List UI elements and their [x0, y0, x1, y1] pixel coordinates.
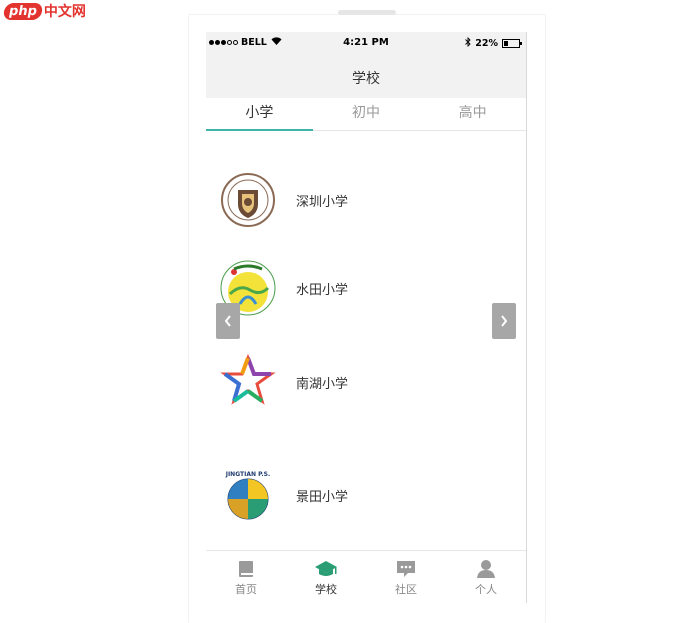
chevron-left-icon: [224, 315, 231, 327]
school-item-jingtian[interactable]: JINGTIAN P.S. 景田小学: [220, 465, 348, 525]
bottom-nav: 首页 学校 社区 个人: [206, 550, 526, 604]
battery-percent: 22%: [475, 38, 498, 49]
carousel-next-button[interactable]: [492, 303, 516, 339]
school-name: 深圳小学: [296, 194, 349, 210]
nav-label: 个人: [475, 583, 497, 596]
school-level-tabs: 小学 初中 高中: [206, 98, 526, 131]
tab-middle[interactable]: 初中: [313, 98, 420, 130]
page-title: 学校: [352, 71, 380, 87]
watermark-brand: php: [2, 2, 44, 20]
nanhu-school-logo: [220, 354, 276, 405]
school-name: 景田小学: [296, 489, 349, 505]
phone-screen: BELL 4:21 PM 22% 学校 小学 初中 高中 深圳小学 水田小学 南…: [206, 32, 527, 604]
school-item-nanhu[interactable]: 南湖小学: [220, 352, 348, 412]
watermark-text: 中文网: [43, 4, 86, 20]
nav-item-school[interactable]: 学校: [286, 551, 366, 604]
tab-high[interactable]: 高中: [419, 98, 526, 130]
nav-item-community[interactable]: 社区: [366, 551, 446, 604]
nav-label: 社区: [395, 583, 417, 596]
school-name: 水田小学: [296, 282, 349, 298]
battery-icon: [502, 39, 522, 48]
jingtian-logo-text: JINGTIAN P.S.: [225, 471, 271, 478]
school-name: 南湖小学: [296, 376, 349, 392]
phone-speaker: [338, 10, 396, 15]
nav-label: 学校: [315, 583, 337, 596]
app-header: 学校: [206, 54, 526, 98]
tab-primary[interactable]: 小学: [206, 98, 313, 131]
site-watermark-logo: php 中文网: [2, 0, 86, 22]
person-icon: [477, 560, 495, 578]
shenzhen-school-logo: [221, 173, 275, 227]
graduation-cap-icon: [315, 561, 337, 576]
book-icon: [239, 561, 253, 577]
chevron-right-icon: [501, 315, 508, 327]
nav-item-profile[interactable]: 个人: [446, 551, 526, 604]
nav-label: 首页: [235, 583, 257, 596]
jingtian-school-logo: JINGTIAN P.S.: [225, 471, 271, 520]
school-item-shenzhen[interactable]: 深圳小学: [220, 170, 348, 230]
carousel-prev-button[interactable]: [216, 303, 240, 339]
bluetooth-icon: [465, 36, 471, 50]
chat-bubble-icon: [397, 561, 415, 577]
status-bar: BELL 4:21 PM 22%: [206, 32, 526, 54]
nav-item-home[interactable]: 首页: [206, 551, 286, 604]
